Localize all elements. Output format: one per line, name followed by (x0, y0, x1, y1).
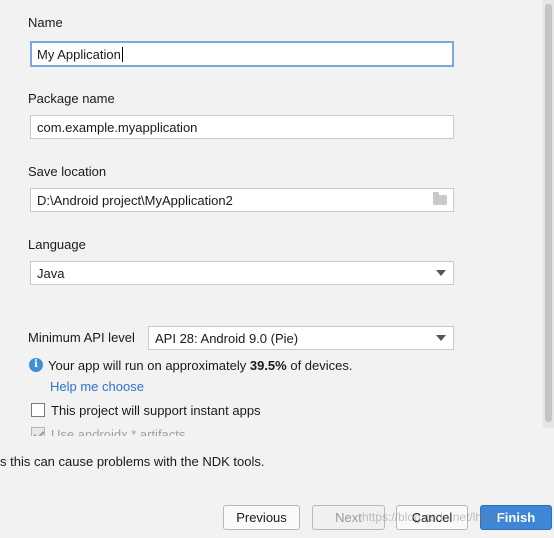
device-coverage-text: Your app will run on approximately 39.5%… (48, 358, 353, 373)
min-api-select[interactable]: API 28: Android 9.0 (Pie) (148, 326, 454, 350)
instant-apps-checkbox[interactable] (31, 403, 45, 417)
scrollbar-thumb[interactable] (545, 4, 552, 422)
androidx-label: Use androidx.* artifacts (51, 427, 186, 436)
androidx-checkbox[interactable] (31, 427, 45, 436)
ndk-warning-text: s this can cause problems with the NDK t… (0, 454, 265, 469)
instant-apps-label: This project will support instant apps (51, 403, 261, 418)
previous-button[interactable]: Previous (223, 505, 300, 530)
chevron-down-icon (436, 335, 446, 341)
save-location-label: Save location (28, 164, 107, 179)
coverage-suffix: of devices. (286, 358, 353, 373)
name-value: My Application (37, 46, 121, 62)
package-name-label: Package name (28, 91, 115, 106)
watermark-text: https://blog.csdn.net/lhp1ll (362, 510, 501, 524)
package-name-value: com.example.myapplication (37, 119, 198, 135)
previous-button-label: Previous (236, 510, 287, 525)
language-value: Java (37, 265, 65, 281)
save-location-value: D:\Android project\MyApplication2 (37, 192, 233, 208)
next-button-label: Next (335, 510, 362, 525)
name-input[interactable]: My Application (30, 41, 454, 67)
name-label: Name (28, 15, 63, 30)
coverage-prefix: Your app will run on approximately (48, 358, 250, 373)
min-api-value: API 28: Android 9.0 (Pie) (155, 330, 299, 346)
text-caret (121, 46, 123, 62)
min-api-label: Minimum API level (28, 330, 135, 345)
androidx-option-clip: Use androidx.* artifacts (0, 422, 543, 436)
folder-icon[interactable] (433, 192, 447, 205)
finish-button-label: Finish (496, 510, 536, 525)
vertical-scrollbar[interactable] (543, 0, 554, 428)
language-label: Language (28, 237, 86, 252)
package-name-input[interactable]: com.example.myapplication (30, 115, 454, 139)
coverage-percent: 39.5% (249, 358, 287, 373)
help-me-choose-link[interactable]: Help me choose (50, 379, 144, 394)
language-select[interactable]: Java (30, 261, 454, 285)
info-icon: i (29, 358, 43, 372)
chevron-down-icon (436, 270, 446, 276)
save-location-input[interactable]: D:\Android project\MyApplication2 (30, 188, 454, 212)
